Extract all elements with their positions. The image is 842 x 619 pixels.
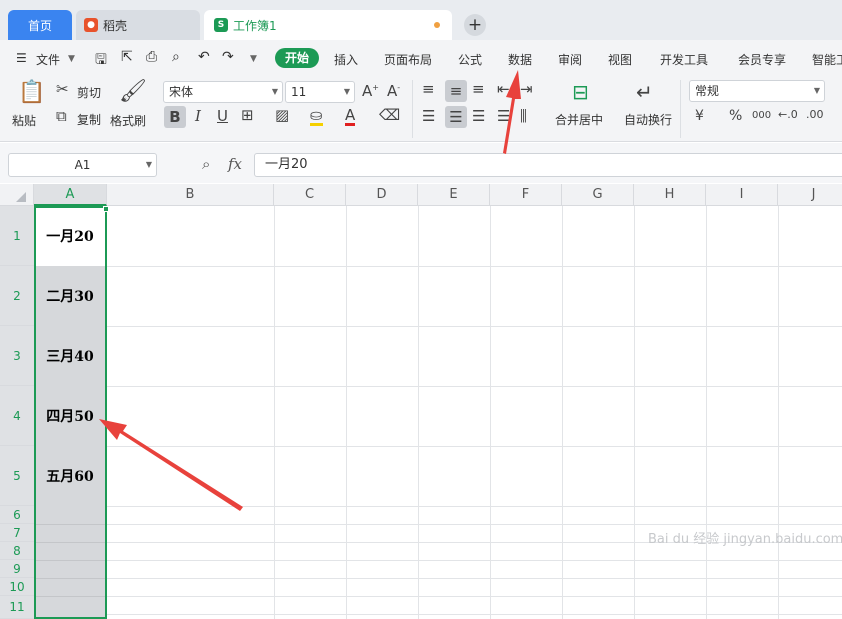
- watermark: Bai du 经验 jingyan.baidu.com: [648, 532, 842, 547]
- arrow-to-column-a: [99, 419, 243, 511]
- arrow-to-data-menu: [503, 70, 521, 154]
- annotation-arrows: [99, 70, 521, 511]
